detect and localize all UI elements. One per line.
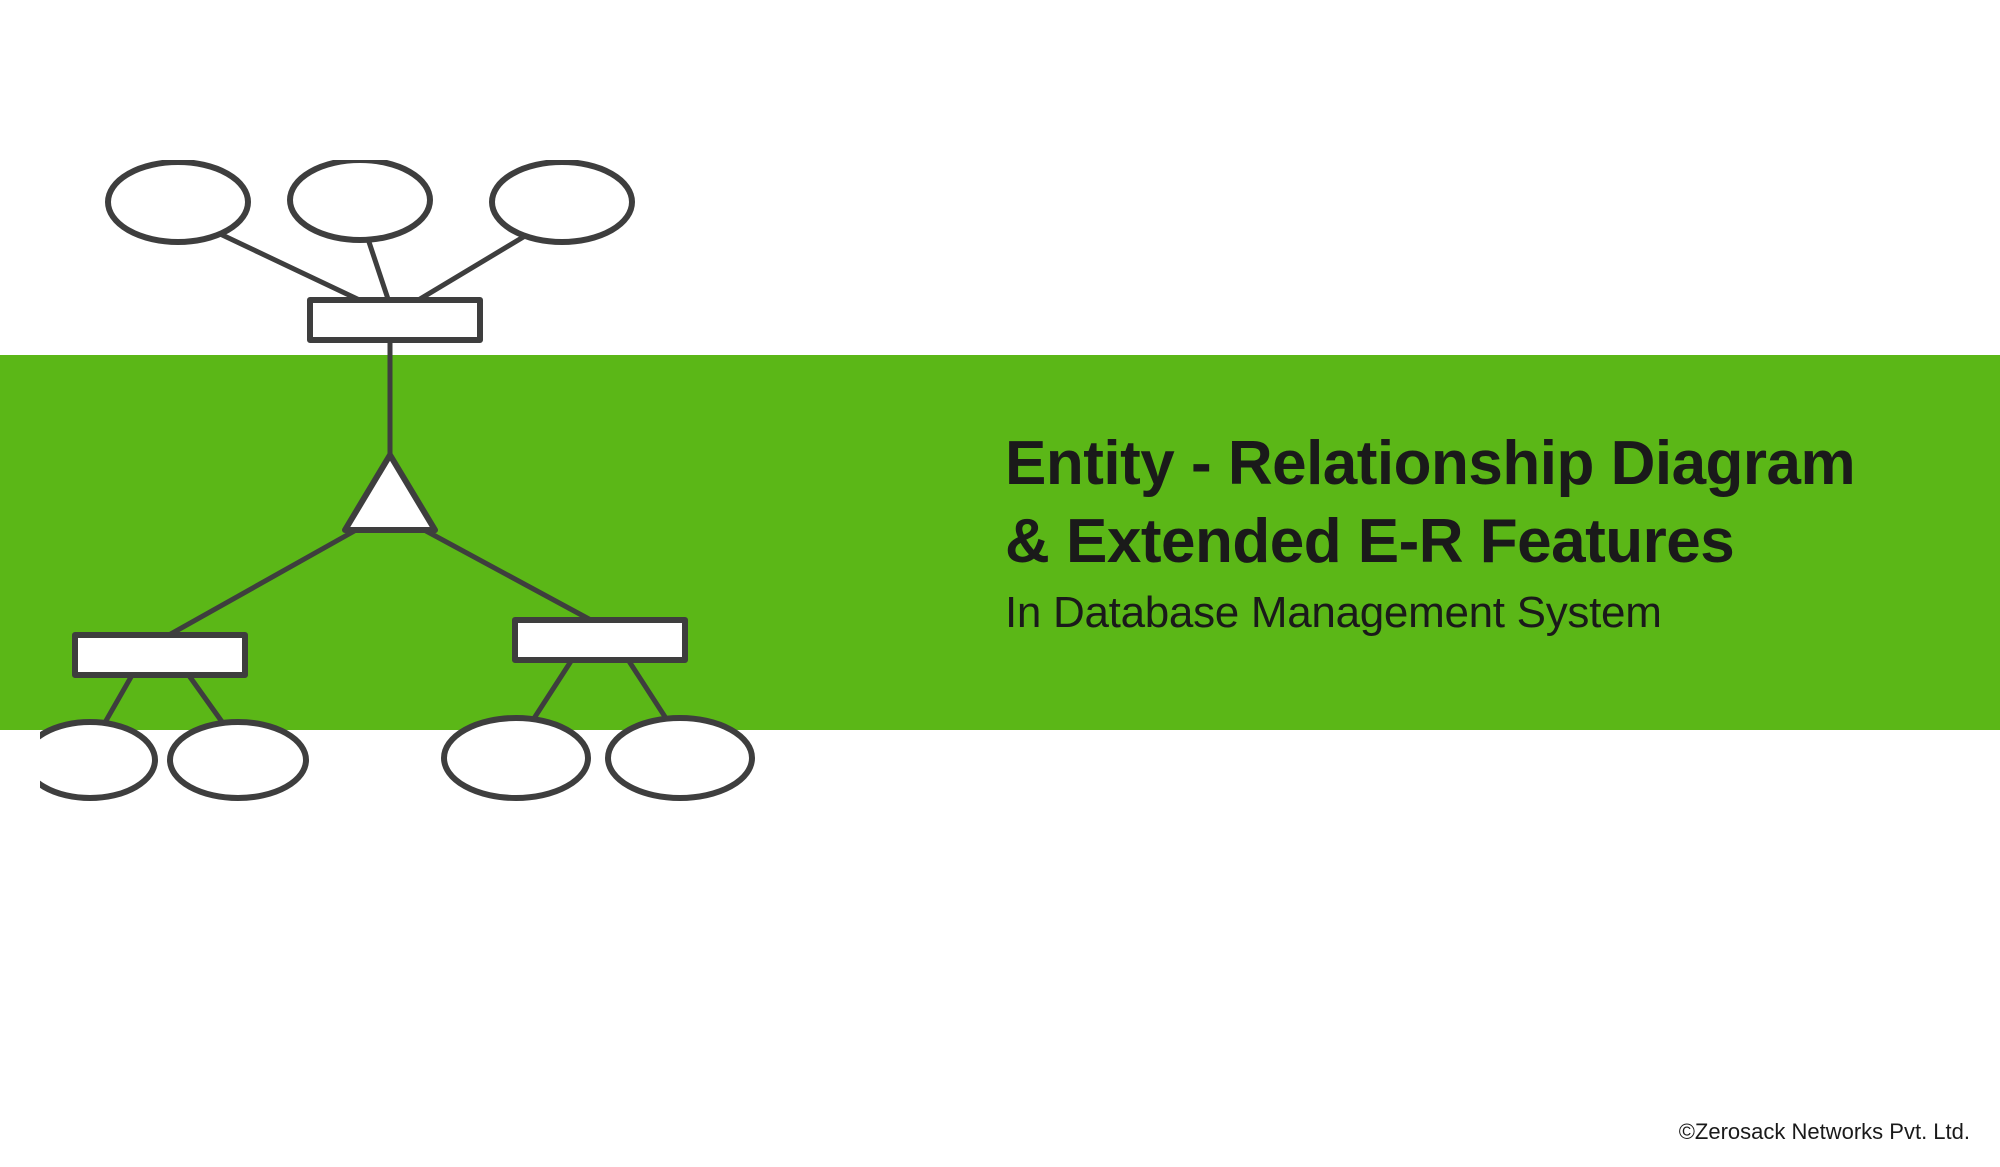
edge xyxy=(415,525,600,625)
er-diagram xyxy=(40,160,830,880)
edge xyxy=(160,525,365,640)
attribute-ellipse xyxy=(608,718,752,798)
attribute-ellipse xyxy=(444,718,588,798)
attribute-ellipse xyxy=(40,722,155,798)
title-line-1: Entity - Relationship Diagram xyxy=(1005,425,1855,503)
entity-rectangle xyxy=(515,620,685,660)
isa-triangle xyxy=(345,455,435,530)
attribute-ellipse xyxy=(170,722,306,798)
title-block: Entity - Relationship Diagram & Extended… xyxy=(1005,425,1855,638)
subtitle: In Database Management System xyxy=(1005,588,1855,638)
attribute-ellipse xyxy=(290,160,430,240)
copyright-text: ©Zerosack Networks Pvt. Ltd. xyxy=(1679,1119,1970,1145)
attribute-ellipse xyxy=(108,162,248,242)
attribute-ellipse xyxy=(492,162,632,242)
entity-rectangle xyxy=(310,300,480,340)
title-line-2: & Extended E-R Features xyxy=(1005,503,1855,581)
entity-rectangle xyxy=(75,635,245,675)
